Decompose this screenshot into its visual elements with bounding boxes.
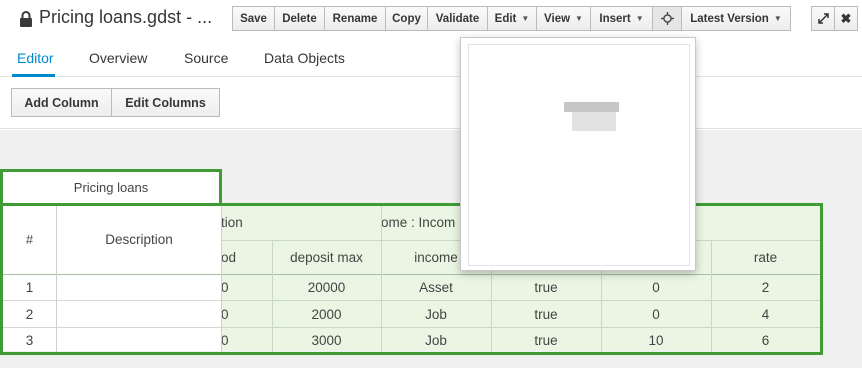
column-header-rate[interactable]: rate	[711, 240, 820, 274]
table-cell-value[interactable]: 0	[601, 301, 711, 327]
column-header-row-number: #	[25, 232, 34, 247]
active-tab-indicator	[12, 74, 55, 77]
editor-tabs: Editor Overview Source Data Objects	[0, 38, 862, 77]
crosshair-icon	[660, 12, 674, 25]
table-cell-income[interactable]: Job	[381, 328, 491, 352]
table-cell-flag[interactable]: true	[491, 301, 601, 327]
guided-decision-table-editor: Pricing loans.gdst - ... Save Delete Ren…	[0, 0, 862, 368]
popup-content	[468, 44, 690, 266]
table-cell-deposit-max[interactable]: 3000	[272, 328, 381, 352]
table-cell-period[interactable]: 0	[221, 275, 272, 300]
edit-columns-button[interactable]: Edit Columns	[111, 88, 220, 117]
view-menu-label: View	[544, 12, 571, 25]
grid-line	[3, 204, 221, 205]
maximize-button[interactable]	[811, 6, 835, 31]
grid-line	[221, 327, 820, 328]
description-cell[interactable]	[57, 275, 221, 300]
table-cell-income[interactable]: Job	[381, 301, 491, 327]
row-number-cell[interactable]: 2	[3, 301, 56, 327]
latest-version-label: Latest Version	[690, 12, 769, 25]
close-icon: ✖	[840, 10, 852, 26]
crosshair-button[interactable]	[652, 6, 682, 31]
table-cell-rate[interactable]: 4	[711, 301, 820, 327]
view-menu-button[interactable]: View ▼	[536, 6, 591, 31]
table-cell-value[interactable]: 10	[601, 328, 711, 352]
insert-menu-button[interactable]: Insert ▼	[590, 6, 653, 31]
popup-placeholder-image	[564, 102, 619, 112]
table-cell-rate[interactable]: 2	[711, 275, 820, 300]
close-button[interactable]: ✖	[834, 6, 858, 31]
grid-line	[381, 205, 382, 352]
table-cell-income[interactable]: Asset	[381, 275, 491, 300]
chevron-down-icon: ▼	[521, 14, 530, 23]
title-bar: Pricing loans.gdst - ... Save Delete Ren…	[0, 0, 862, 38]
lock-icon	[20, 11, 32, 27]
delete-button[interactable]: Delete	[274, 6, 325, 31]
decision-table-grid: tion ome : Incom od deposit max income r…	[0, 130, 862, 368]
column-header-deposit-max[interactable]: deposit max	[272, 240, 381, 274]
description-cell[interactable]	[57, 328, 221, 352]
insert-menu-label: Insert	[599, 12, 631, 25]
add-column-button[interactable]: Add Column	[11, 88, 112, 117]
column-header-description[interactable]: Description	[57, 205, 221, 274]
grid-line	[3, 327, 221, 328]
table-cell-rate[interactable]: 6	[711, 328, 820, 352]
description-cell[interactable]	[57, 301, 221, 327]
grid-line	[3, 274, 221, 275]
editor-toolbar: Save Delete Rename Copy Validate Edit ▼ V…	[232, 6, 791, 31]
save-button[interactable]: Save	[232, 6, 275, 31]
chevron-down-icon: ▼	[773, 14, 782, 23]
chevron-down-icon: ▼	[635, 14, 644, 23]
table-cell-deposit-max[interactable]: 20000	[272, 275, 381, 300]
grid-line	[221, 205, 222, 352]
table-cell-period[interactable]: 0	[221, 328, 272, 352]
table-cell-value[interactable]: 0	[601, 275, 711, 300]
grid-line	[56, 205, 57, 352]
latest-version-button[interactable]: Latest Version ▼	[681, 6, 791, 31]
column-header-period[interactable]: od	[221, 240, 272, 274]
tab-overview[interactable]: Overview	[89, 50, 147, 66]
tab-editor[interactable]: Editor	[17, 50, 54, 66]
table-name-label[interactable]: Pricing loans	[3, 171, 219, 204]
table-cell-flag[interactable]: true	[491, 275, 601, 300]
chevron-down-icon: ▼	[575, 14, 583, 23]
tab-source[interactable]: Source	[184, 50, 228, 66]
table-cell-deposit-max[interactable]: 2000	[272, 301, 381, 327]
grid-line	[221, 274, 820, 275]
table-cell-period[interactable]: 0	[221, 301, 272, 327]
rename-button[interactable]: Rename	[324, 6, 386, 31]
grid-line	[3, 300, 221, 301]
row-number-cell[interactable]: 3	[3, 328, 56, 352]
edit-menu-label: Edit	[494, 12, 517, 25]
grid-line	[711, 240, 712, 352]
column-actions-bar: Add Column Edit Columns	[0, 78, 862, 129]
validate-button[interactable]: Validate	[427, 6, 488, 31]
document-title: Pricing loans.gdst - ...	[39, 7, 213, 27]
row-number-cell[interactable]: 1	[3, 275, 56, 300]
group-header-application[interactable]: tion	[221, 205, 381, 240]
crosshair-dropdown-popup[interactable]	[460, 37, 696, 271]
copy-button[interactable]: Copy	[385, 6, 428, 31]
grid-line	[221, 300, 820, 301]
table-cell-flag[interactable]: true	[491, 328, 601, 352]
grid-line	[272, 240, 273, 352]
edit-menu-button[interactable]: Edit ▼	[487, 6, 537, 31]
expand-icon	[817, 13, 829, 24]
tab-data-objects[interactable]: Data Objects	[264, 50, 345, 66]
window-controls: ✖	[811, 6, 858, 31]
